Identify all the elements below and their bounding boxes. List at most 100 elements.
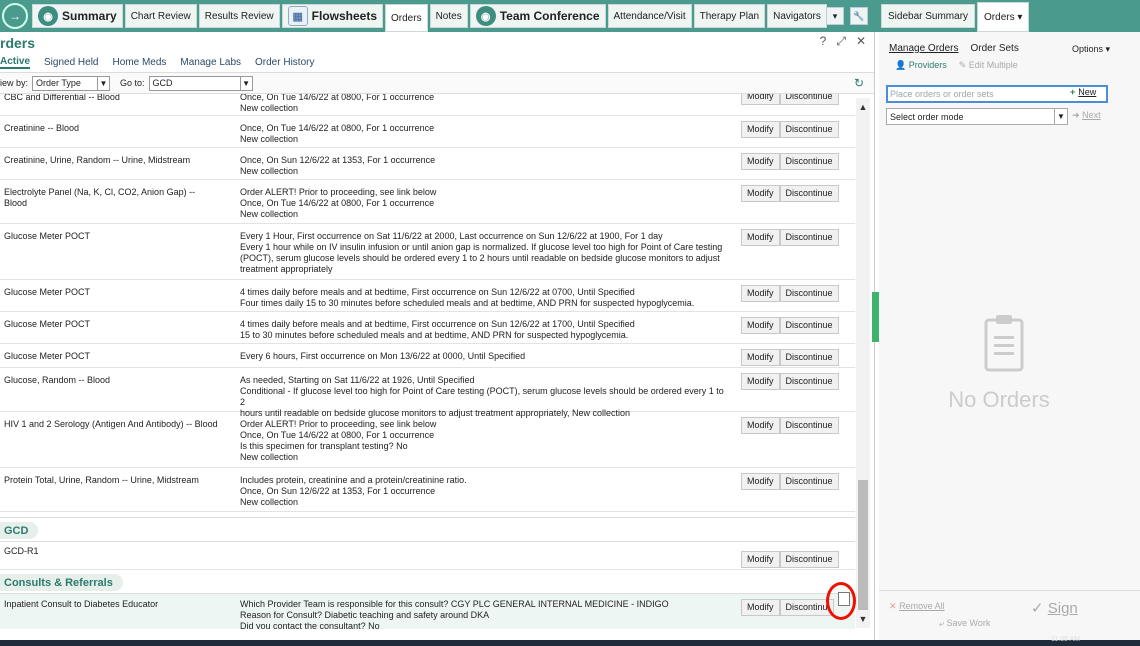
order-row[interactable]: Glucose, Random -- Blood As needed, Start… — [0, 368, 855, 418]
modify-button[interactable]: Modify — [741, 473, 780, 490]
order-detail: 4 times daily before meals and at bedtim… — [240, 319, 730, 341]
modify-button[interactable]: Modify — [741, 599, 780, 616]
wrench-icon[interactable]: 🔧 — [850, 7, 868, 25]
discontinue-button[interactable]: Discontinue — [779, 229, 839, 246]
order-row[interactable]: Glucose Meter POCT Every 1 Hour, First oc… — [0, 224, 855, 280]
activity-tabs: → ◉ Summary Chart Review Results Review ▦ Flo… — [0, 0, 875, 32]
row-actions: Modify Discontinue — [741, 285, 839, 302]
tab-label: Team Conference — [499, 9, 600, 23]
modify-button[interactable]: Modify — [741, 94, 780, 105]
order-detail-line: New collection — [240, 134, 299, 144]
orders-titlebar: rders ? ⤢ ✕ — [0, 32, 874, 54]
order-row[interactable]: Glucose Meter POCT Every 6 hours, First o… — [0, 344, 855, 368]
order-row[interactable]: Electrolyte Panel (Na, K, Cl, CO2, Anion… — [0, 180, 855, 224]
order-row[interactable]: Creatinine, Urine, Random -- Urine, Mids… — [0, 148, 855, 180]
order-row[interactable]: Inpatient Consult to Diabetes Educator Wh… — [0, 594, 855, 629]
modify-button[interactable]: Modify — [741, 285, 780, 302]
discontinue-button[interactable]: Discontinue — [779, 349, 839, 366]
order-row[interactable]: Glucose Meter POCT 4 times daily before m… — [0, 312, 855, 344]
view-by-select[interactable]: Order Type ▼ — [32, 75, 111, 91]
tab-summary[interactable]: ◉ Summary — [32, 4, 123, 28]
order-detail-line: Includes protein, creatinine and a prote… — [240, 475, 467, 485]
tab-therapy-plan[interactable]: Therapy Plan — [693, 4, 766, 28]
tab-label: Navigators — [773, 10, 821, 22]
modify-button[interactable]: Modify — [741, 349, 780, 366]
subtab-home-meds[interactable]: Home Meds — [113, 57, 167, 68]
discontinue-button[interactable]: Discontinue — [779, 121, 839, 138]
sidebar-tab-1[interactable]: Orders ▾ — [977, 2, 1030, 32]
tab-results-review[interactable]: Results Review — [198, 4, 280, 28]
providers-link[interactable]: 👤 Providers — [895, 60, 947, 74]
subtab-order-history[interactable]: Order History — [255, 57, 314, 68]
sign-button[interactable]: ✓ Sign — [1031, 599, 1078, 617]
subtab-signed-held[interactable]: Signed Held — [44, 57, 98, 68]
row-actions: Modify Discontinue — [741, 121, 839, 138]
sidebar-tab-0[interactable]: Sidebar Summary — [881, 4, 976, 28]
edit-multiple-link[interactable]: ✎ Edit Multiple — [959, 60, 1018, 74]
x-icon: ✕ — [889, 601, 897, 611]
expand-icon[interactable]: ⤢ — [836, 34, 846, 49]
back-arrow-icon[interactable]: → — [2, 3, 28, 29]
modify-button[interactable]: Modify — [741, 373, 780, 390]
modify-button[interactable]: Modify — [741, 153, 780, 170]
tab-flowsheets[interactable]: ▦ Flowsheets — [281, 4, 384, 28]
tab-team-conference[interactable]: ◉ Team Conference — [469, 4, 606, 28]
next-button[interactable]: ➜ Next — [1072, 110, 1101, 121]
dropdown-icon[interactable]: ▾ — [826, 7, 844, 25]
discontinue-button[interactable]: Discontinue — [779, 373, 839, 390]
tab-navigators[interactable]: Navigators — [767, 4, 827, 28]
order-detail: Once, On Tue 14/6/22 at 0800, For 1 occu… — [240, 94, 730, 114]
help-icon[interactable]: ? — [820, 34, 827, 49]
provider-row: 👤 Providers ✎ Edit Multiple — [879, 60, 1140, 74]
goto-value: GCD — [152, 78, 173, 88]
order-row[interactable]: HIV 1 and 2 Serology (Antigen And Antibo… — [0, 412, 855, 468]
discontinue-button[interactable]: Discontinue — [779, 285, 839, 302]
manage-orders-tab[interactable]: Manage Orders — [889, 43, 958, 54]
order-name: HIV 1 and 2 Serology (Antigen And Antibo… — [4, 419, 218, 429]
discontinue-button[interactable]: Discontinue — [779, 551, 839, 568]
order-row[interactable]: Protein Total, Urine, Random -- Urine, M… — [0, 468, 855, 512]
modify-button[interactable]: Modify — [741, 317, 780, 334]
scroll-down-icon[interactable]: ▼ — [856, 612, 870, 626]
top-toolbar: → ◉ Summary Chart Review Results Review ▦ Flo… — [0, 0, 1140, 32]
discontinue-button[interactable]: Discontinue — [779, 473, 839, 490]
order-row[interactable]: Creatinine -- Blood Once, On Tue 14/6/22 … — [0, 116, 855, 148]
subtab-manage-labs[interactable]: Manage Labs — [180, 57, 241, 68]
order-detail-line: Once, On Tue 14/6/22 at 0800, For 1 occu… — [240, 198, 435, 208]
modify-button[interactable]: Modify — [741, 551, 780, 568]
order-detail: Once, On Tue 14/6/22 at 0800, For 1 occu… — [240, 123, 730, 145]
modify-button[interactable]: Modify — [741, 121, 780, 138]
order-mode-select[interactable]: Select order mode ▼ — [886, 108, 1068, 125]
tab-label: Notes — [435, 10, 462, 22]
tab-label: Summary — [62, 9, 117, 23]
modify-button[interactable]: Modify — [741, 417, 780, 434]
discontinue-button[interactable]: Discontinue — [779, 153, 839, 170]
order-row[interactable]: CBC and Differential -- Blood Once, On Tu… — [0, 94, 855, 116]
discontinue-button[interactable]: Discontinue — [779, 417, 839, 434]
orders-sidebar: Manage Orders Order Sets Options ▾ 👤 Pro… — [879, 32, 1140, 640]
goto-select[interactable]: GCD ▼ — [148, 75, 253, 91]
order-sets-tab[interactable]: Order Sets — [970, 43, 1018, 54]
modify-button[interactable]: Modify — [741, 185, 780, 202]
remove-all-button[interactable]: ✕ Remove All — [889, 601, 945, 612]
discontinue-button[interactable]: Discontinue — [779, 185, 839, 202]
order-row[interactable]: GCD-R1 Modify Discontinue — [0, 542, 855, 570]
tab-notes[interactable]: Notes — [429, 4, 468, 28]
options-menu[interactable]: Options ▾ — [1072, 44, 1110, 55]
save-work-button[interactable]: ⤶ Save Work — [939, 618, 990, 629]
row-actions: Modify Discontinue — [741, 94, 839, 105]
tab-attendance-visit[interactable]: Attendance/Visit — [607, 4, 692, 28]
refresh-icon[interactable]: ↻ — [854, 76, 864, 90]
scroll-up-icon[interactable]: ▲ — [856, 100, 870, 114]
order-detail-line: Once, On Sun 12/6/22 at 1353, For 1 occu… — [240, 155, 436, 165]
modify-button[interactable]: Modify — [741, 229, 780, 246]
subtab-active[interactable]: Active — [0, 56, 31, 69]
tab-orders[interactable]: Orders — [385, 4, 428, 32]
close-icon[interactable]: ✕ — [856, 34, 866, 49]
tab-chart-review[interactable]: Chart Review — [124, 4, 197, 28]
scroll-thumb[interactable] — [858, 480, 868, 610]
new-order-button[interactable]: + New — [1070, 87, 1096, 97]
order-row[interactable]: Glucose Meter POCT 4 times daily before m… — [0, 280, 855, 312]
discontinue-button[interactable]: Discontinue — [779, 317, 839, 334]
discontinue-button[interactable]: Discontinue — [779, 94, 839, 105]
